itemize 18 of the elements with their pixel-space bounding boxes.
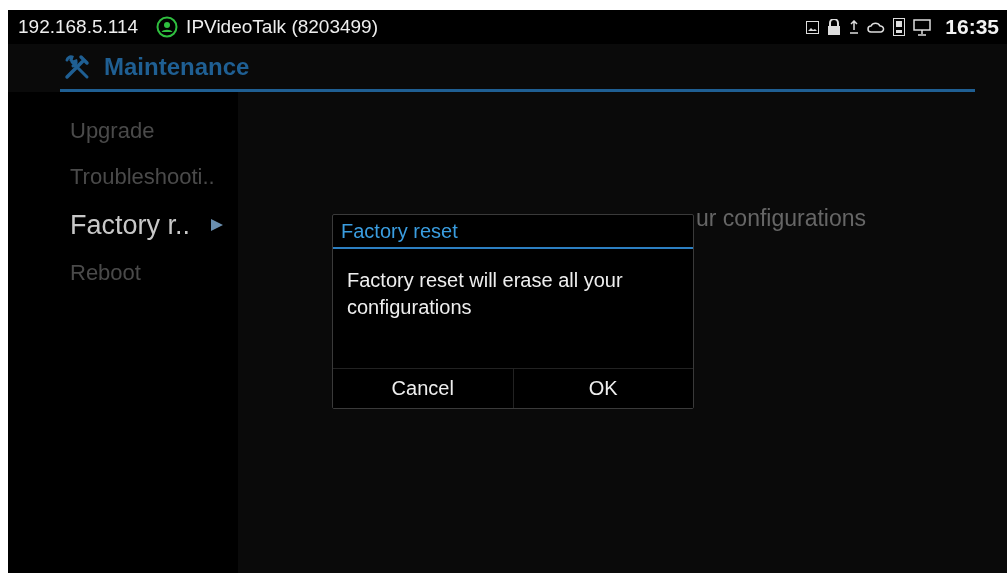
- account-name: IPVideoTalk (8203499): [186, 16, 378, 38]
- account-icon: [156, 16, 179, 38]
- image-icon: [806, 20, 820, 34]
- upload-icon: [849, 20, 860, 34]
- cloud-icon: [867, 21, 886, 33]
- description-text: ur configurations: [696, 205, 867, 232]
- clock-time: 16:35: [945, 15, 999, 39]
- play-arrow-icon: [210, 218, 225, 232]
- dialog-title: Factory reset: [333, 215, 693, 249]
- phone-icon: [893, 18, 906, 36]
- dialog-button[interactable]: OK: [512, 369, 693, 408]
- lock-icon: [827, 19, 842, 35]
- sidebar-item[interactable]: Factory r..: [8, 200, 238, 250]
- dialog-message: Factory reset will erase all your configurations: [346, 268, 624, 320]
- network-icon: [913, 18, 932, 36]
- tools-icon: [64, 53, 90, 80]
- ip-address: 192.168.5.114: [18, 16, 139, 38]
- page-title: Maintenance: [104, 52, 250, 81]
